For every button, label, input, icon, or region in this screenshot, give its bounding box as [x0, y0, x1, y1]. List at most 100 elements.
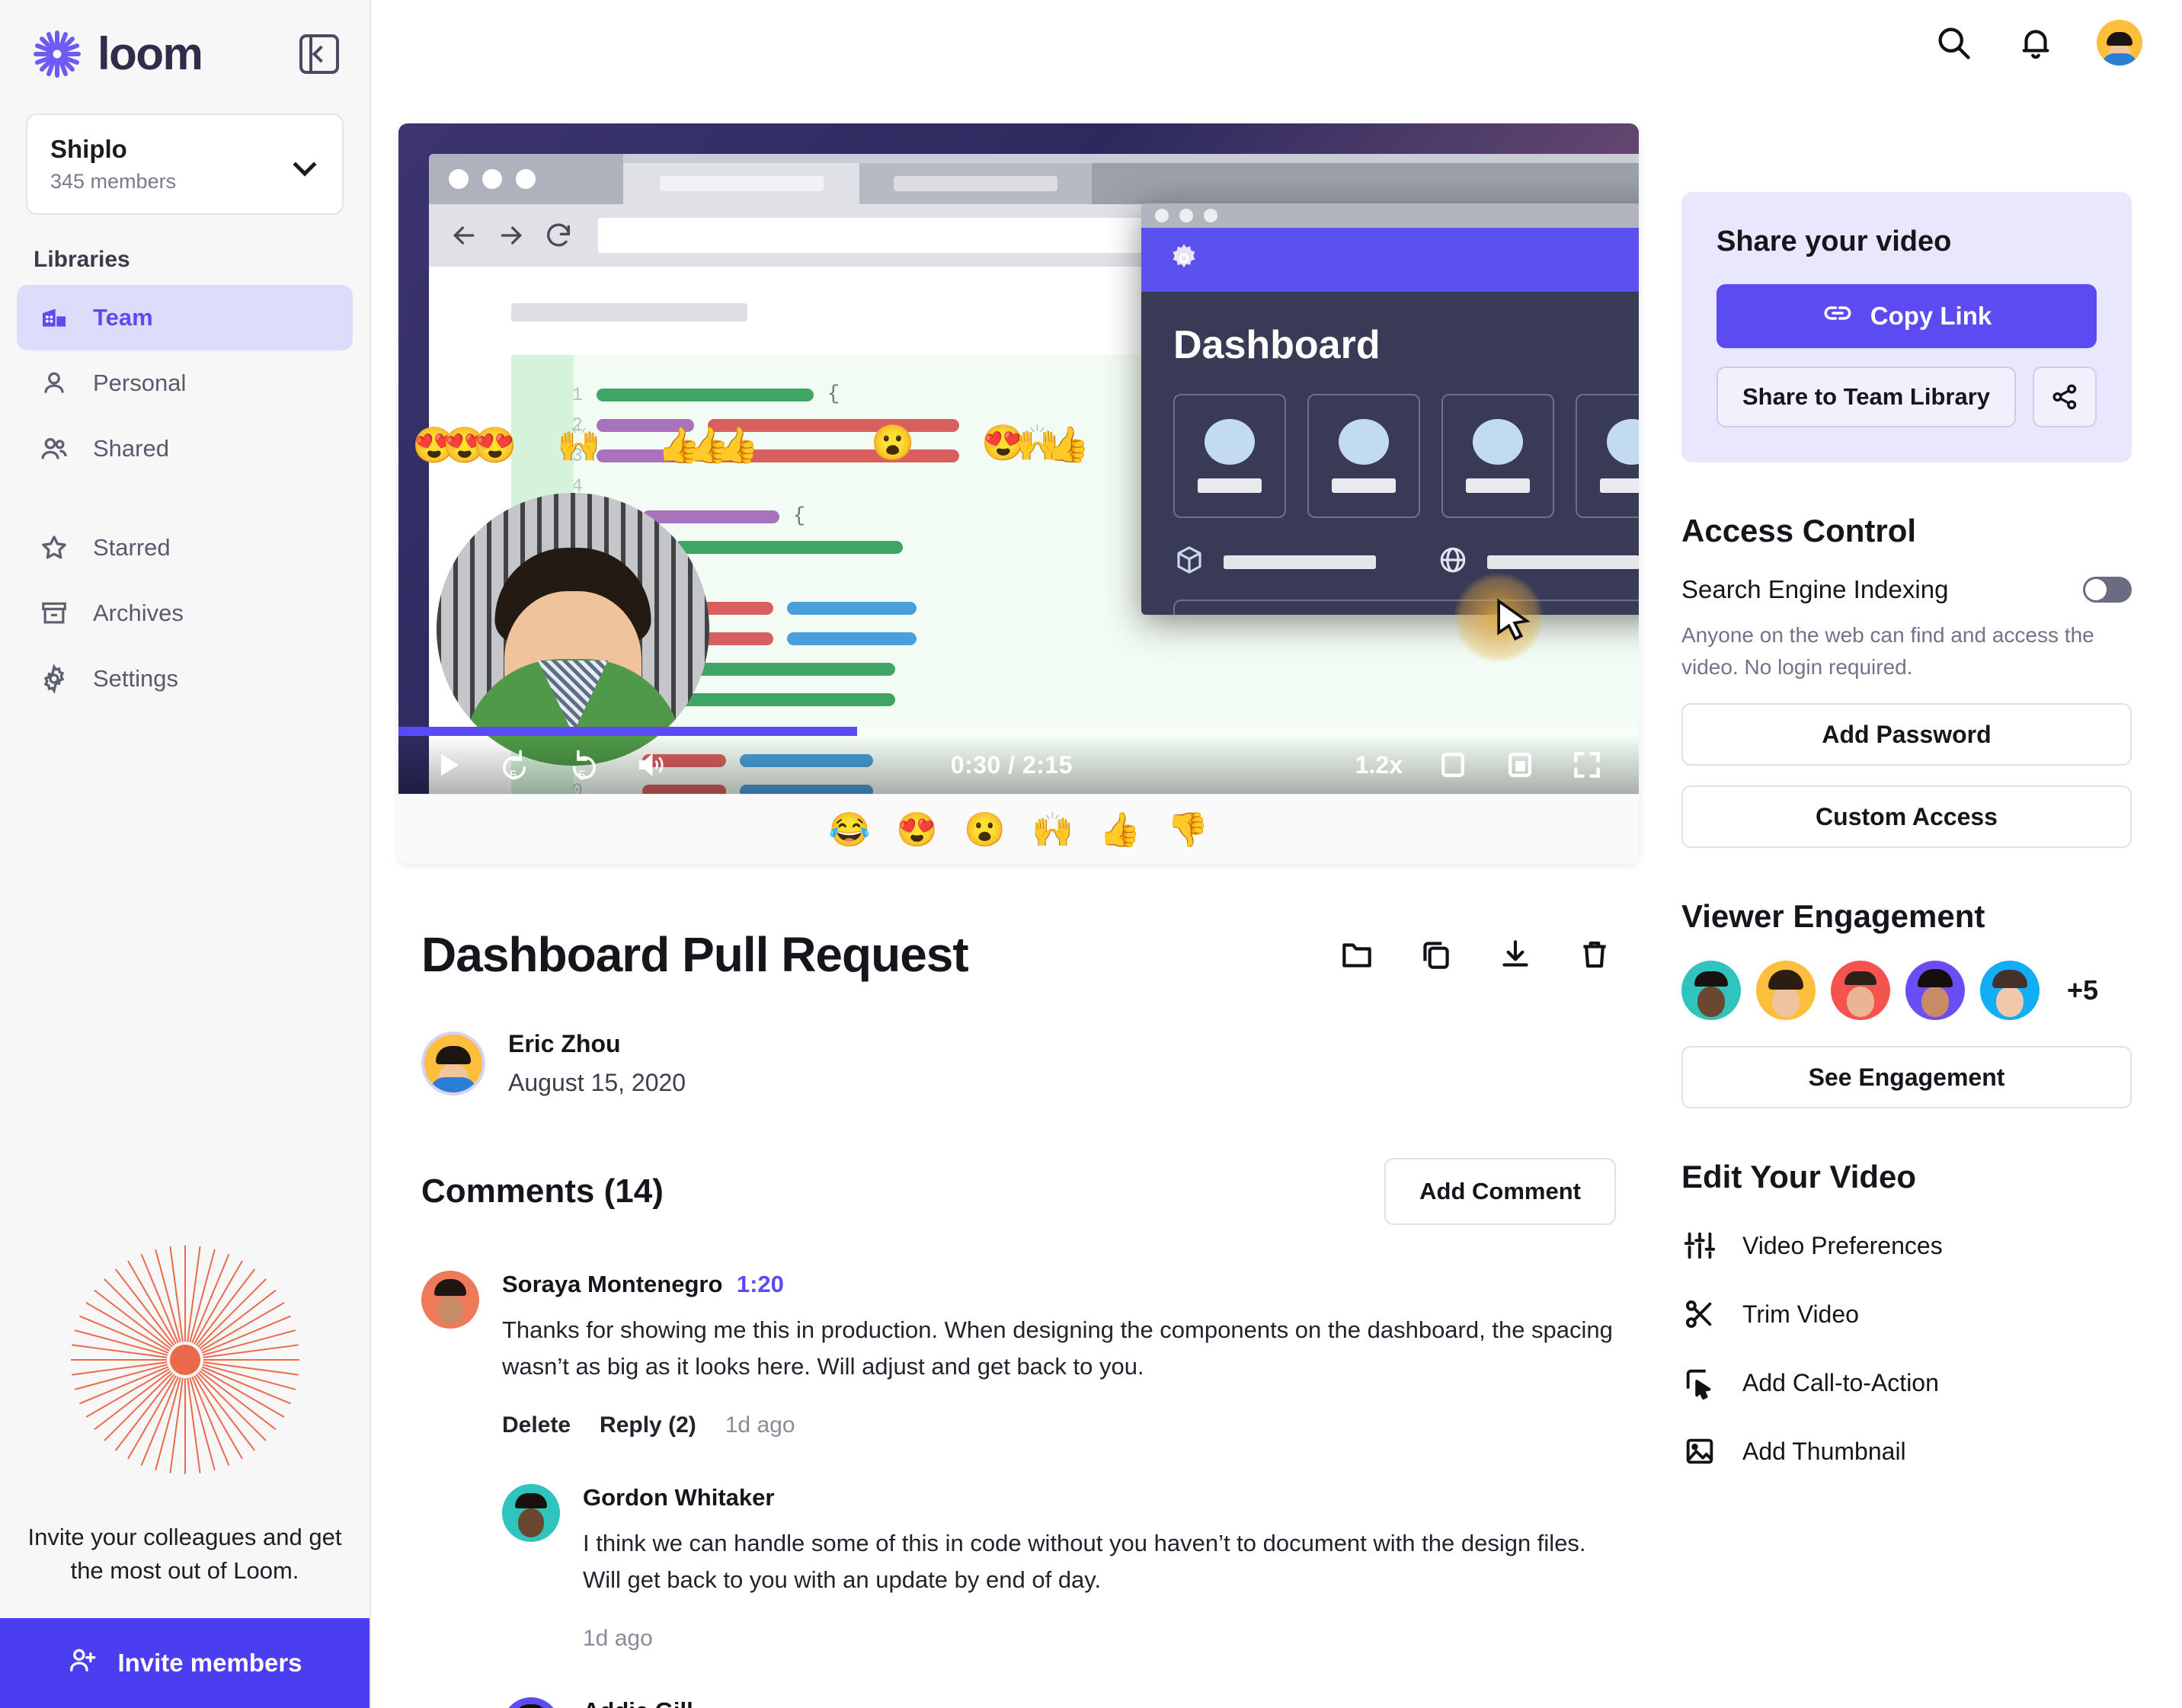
star-icon — [38, 532, 70, 564]
video-actions — [1336, 933, 1616, 976]
avatar — [502, 1697, 560, 1708]
add-comment-button[interactable]: Add Comment — [1384, 1158, 1616, 1225]
video-duration: 2:15 — [1022, 750, 1073, 779]
play-icon[interactable] — [434, 750, 464, 780]
dashboard-card — [1307, 394, 1420, 518]
sidebar-item-archives[interactable]: Archives — [17, 581, 353, 646]
webcam-bubble — [437, 493, 709, 766]
comment-item: Soraya Montenegro 1:20 Thanks for showin… — [371, 1225, 1666, 1438]
reply-comment-button[interactable]: Reply (2) — [600, 1412, 696, 1438]
avatar[interactable] — [1980, 961, 2040, 1020]
browser-traffic-lights — [429, 154, 623, 204]
globe-icon — [1437, 544, 1469, 580]
copy-link-button[interactable]: Copy Link — [1716, 284, 2097, 348]
access-hint: Anyone on the web can find and access th… — [1681, 623, 2094, 679]
rewind-5-icon[interactable]: 5 — [498, 747, 533, 782]
avatar — [421, 1271, 479, 1329]
comment-item: Addie Gill — [452, 1652, 1666, 1708]
folder-icon[interactable] — [1336, 933, 1378, 976]
sidebar-item-shared[interactable]: Shared — [17, 416, 353, 481]
trash-icon[interactable] — [1573, 933, 1616, 976]
search-indexing-label: Search Engine Indexing — [1681, 575, 1949, 603]
page-title: Dashboard Pull Request — [421, 927, 969, 982]
video-progress-bar[interactable] — [398, 727, 1639, 736]
sunburst-illustration — [67, 1242, 303, 1478]
floating-reaction: 😍 — [473, 425, 517, 465]
trim-video-item[interactable]: Trim Video — [1681, 1296, 2132, 1332]
add-thumbnail-item[interactable]: Add Thumbnail — [1681, 1433, 2132, 1470]
mouse-cursor-icon — [1488, 596, 1540, 658]
right-rail: Share your video Copy Link Share to Team… — [1666, 85, 2182, 1708]
reaction-laugh[interactable]: 😂 — [829, 810, 871, 849]
see-engagement-button[interactable]: See Engagement — [1681, 1046, 2132, 1108]
comment-item: Gordon Whitaker I think we can handle so… — [452, 1438, 1666, 1652]
invite-copy: Invite your colleagues and get the most … — [27, 1523, 342, 1584]
video-surface[interactable]: 1{ 2 3 4 5{ 6 7 — [398, 123, 1639, 794]
avatar[interactable] — [1681, 961, 1741, 1020]
dashboard-title: Dashboard — [1173, 323, 1381, 367]
video-date: August 15, 2020 — [508, 1069, 686, 1096]
topbar — [371, 0, 2182, 85]
comment-timestamp[interactable]: 1:20 — [737, 1271, 784, 1297]
reaction-wow[interactable]: 😮 — [964, 810, 1006, 849]
invite-members-button[interactable]: Invite members — [0, 1618, 370, 1708]
custom-access-button[interactable]: Custom Access — [1681, 785, 2132, 848]
avatar[interactable] — [1756, 961, 1816, 1020]
avatar[interactable] — [1831, 961, 1890, 1020]
user-avatar[interactable] — [2097, 20, 2142, 66]
dashboard-window-chrome — [1141, 203, 1639, 228]
comment-author: Soraya Montenegro — [502, 1271, 723, 1297]
notification-bell-icon[interactable] — [2014, 21, 2057, 64]
comment-text: Thanks for showing me this in production… — [502, 1316, 1613, 1380]
app-logo-text: loom — [98, 28, 203, 79]
theater-mode-icon[interactable] — [1436, 748, 1470, 782]
sidebar-header: loom — [0, 0, 370, 80]
browser-tab — [859, 163, 1092, 204]
nav-divider-space — [17, 481, 353, 515]
sidebar-item-label: Archives — [93, 600, 184, 626]
video-column: 1{ 2 3 4 5{ 6 7 — [371, 85, 1666, 1708]
access-control-title: Access Control — [1681, 513, 1917, 549]
sidebar: loom Shiplo 345 members Libraries Team P… — [0, 0, 371, 1708]
video-progress-fill — [398, 727, 858, 736]
playback-speed-button[interactable]: 1.2x — [1355, 751, 1403, 779]
avatar[interactable] — [1905, 961, 1965, 1020]
reaction-raised-hands[interactable]: 🙌 — [1032, 810, 1073, 849]
search-icon[interactable] — [1932, 21, 1975, 64]
reaction-thumbs-up[interactable]: 👍 — [1099, 810, 1141, 849]
sidebar-item-personal[interactable]: Personal — [17, 350, 353, 416]
share-nodes-icon[interactable] — [2033, 366, 2097, 427]
panel-collapse-icon[interactable] — [299, 34, 339, 74]
video-controls: 5 5 0:30 / 2:15 1.2x — [398, 736, 1639, 794]
comment-ago: 1d ago — [725, 1412, 795, 1438]
search-indexing-toggle[interactable] — [2083, 577, 2132, 603]
copy-icon[interactable] — [1415, 933, 1457, 976]
workspace-switcher[interactable]: Shiplo 345 members — [26, 114, 344, 215]
sidebar-item-team[interactable]: Team — [17, 285, 353, 350]
add-password-button[interactable]: Add Password — [1681, 703, 2132, 766]
link-icon — [1822, 297, 1854, 335]
invite-promo: Invite your colleagues and get the most … — [0, 712, 370, 1618]
comment-author: Addie Gill — [583, 1697, 1616, 1708]
sliders-icon — [1681, 1227, 1718, 1264]
viewer-engagement-title: Viewer Engagement — [1681, 898, 1985, 934]
volume-icon[interactable] — [635, 748, 668, 782]
app-logo[interactable]: loom — [34, 27, 203, 80]
reaction-thumbs-down[interactable]: 👎 — [1167, 810, 1209, 849]
reaction-heart-eyes[interactable]: 😍 — [896, 810, 938, 849]
video-player[interactable]: 1{ 2 3 4 5{ 6 7 — [398, 123, 1639, 864]
video-preferences-item[interactable]: Video Preferences — [1681, 1227, 2132, 1264]
svg-text:5: 5 — [510, 767, 517, 782]
fullscreen-icon[interactable] — [1570, 748, 1604, 782]
image-icon — [1681, 1433, 1718, 1470]
add-call-to-action-item[interactable]: Add Call-to-Action — [1681, 1364, 2132, 1401]
share-to-team-library-button[interactable]: Share to Team Library — [1716, 366, 2016, 427]
video-author: Eric Zhou August 15, 2020 — [371, 983, 1666, 1097]
forward-5-icon[interactable]: 5 — [566, 747, 601, 782]
sidebar-item-starred[interactable]: Starred — [17, 515, 353, 581]
download-icon[interactable] — [1494, 933, 1537, 976]
picture-in-picture-icon[interactable] — [1503, 748, 1537, 782]
delete-comment-button[interactable]: Delete — [502, 1412, 571, 1438]
person-add-icon — [67, 1645, 98, 1681]
sidebar-item-settings[interactable]: Settings — [17, 646, 353, 712]
